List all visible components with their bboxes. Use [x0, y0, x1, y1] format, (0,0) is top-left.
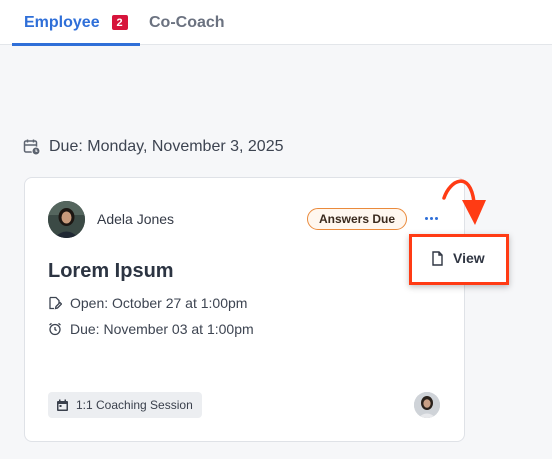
more-options-button[interactable] [423, 211, 439, 225]
tab-co-coach[interactable]: Co-Coach [149, 0, 225, 45]
actions-menu: View [409, 234, 509, 285]
open-date-row: Open: October 27 at 1:00pm [48, 295, 247, 311]
document-icon [432, 250, 443, 266]
avatar [48, 201, 85, 238]
due-date-row-text: Due: November 03 at 1:00pm [70, 321, 254, 337]
employee-count-badge: 2 [111, 15, 128, 30]
pencil-icon [49, 296, 62, 310]
status-badge: Answers Due [307, 208, 408, 230]
open-date-text: Open: October 27 at 1:00pm [70, 295, 248, 311]
session-type-label: 1:1 Coaching Session [76, 398, 193, 412]
tab-co-coach-label: Co-Coach [149, 13, 225, 31]
view-label: View [453, 250, 485, 266]
view-menu-item[interactable]: View [431, 250, 485, 266]
session-type-tag: 1:1 Coaching Session [48, 392, 202, 418]
assignee-name: Adela Jones [97, 211, 175, 227]
due-date-text: Due: Monday, November 3, 2025 [49, 138, 284, 155]
alarm-clock-icon [49, 322, 61, 336]
tab-employee-label: Employee [24, 13, 100, 31]
due-date-heading: Due: Monday, November 3, 2025 [23, 138, 284, 156]
calendar-icon [57, 399, 68, 411]
due-date-row: Due: November 03 at 1:00pm [48, 321, 254, 337]
more-icon-dot [429, 216, 433, 220]
more-icon-dot [424, 216, 428, 220]
calendar-clock-icon [23, 139, 41, 156]
coaching-card[interactable]: Adela Jones Answers Due Lorem Ipsum Open… [24, 177, 465, 442]
card-title: Lorem Ipsum [48, 260, 174, 282]
red-arrow-annotation [442, 179, 486, 225]
tab-bar: Employee 2 Co-Coach [0, 0, 552, 46]
tab-employee[interactable]: Employee 2 [12, 0, 140, 46]
more-icon-dot [434, 216, 438, 220]
coach-avatar [414, 392, 440, 418]
